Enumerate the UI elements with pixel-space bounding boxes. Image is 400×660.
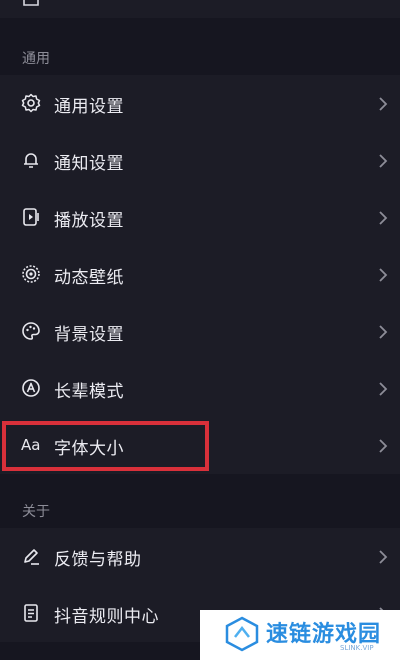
palette-icon bbox=[21, 321, 41, 341]
chevron-right-icon bbox=[378, 96, 388, 111]
elder-mode-icon bbox=[21, 378, 41, 398]
highlight-annotation-box bbox=[2, 421, 209, 471]
menu-item-label: 抖音规则中心 bbox=[54, 607, 159, 627]
dynamic-wallpaper-icon bbox=[21, 264, 41, 284]
menu-item-general-settings[interactable]: 通用设置 bbox=[0, 75, 400, 132]
menu-item-elder-mode[interactable]: 长辈模式 bbox=[0, 360, 400, 417]
watermark-subtitle: SLINK.VIP bbox=[340, 644, 374, 652]
document-icon bbox=[21, 603, 41, 623]
gear-icon bbox=[21, 93, 41, 113]
chevron-right-icon bbox=[378, 438, 388, 453]
menu-item-label: 背景设置 bbox=[54, 325, 124, 345]
bell-icon bbox=[21, 150, 41, 170]
menu-item-label: 播放设置 bbox=[54, 211, 124, 231]
play-settings-icon bbox=[21, 207, 41, 227]
menu-item-feedback-help[interactable]: 反馈与帮助 bbox=[0, 528, 400, 585]
settings-page: 通用 通用设置 通知设置 播放设置 动态壁纸 背景设置 长辈模式 Aa 字体大小… bbox=[0, 0, 400, 660]
chevron-right-icon bbox=[378, 381, 388, 396]
menu-item-notification-settings[interactable]: 通知设置 bbox=[0, 132, 400, 189]
chevron-right-icon bbox=[378, 210, 388, 225]
chevron-right-icon bbox=[378, 549, 388, 564]
menu-item-dynamic-wallpaper[interactable]: 动态壁纸 bbox=[0, 246, 400, 303]
menu-item-playback-settings[interactable]: 播放设置 bbox=[0, 189, 400, 246]
section-label-about: 关于 bbox=[22, 504, 50, 520]
menu-item-label: 动态壁纸 bbox=[54, 268, 124, 288]
partial-icon bbox=[22, 0, 40, 8]
chevron-right-icon bbox=[378, 324, 388, 339]
watermark: 速链游戏园 SLINK.VIP bbox=[200, 610, 400, 660]
menu-item-background-settings[interactable]: 背景设置 bbox=[0, 303, 400, 360]
previous-menu-item-partial[interactable] bbox=[0, 0, 400, 18]
pen-icon bbox=[21, 546, 41, 566]
chevron-right-icon bbox=[378, 267, 388, 282]
menu-item-label: 反馈与帮助 bbox=[54, 550, 142, 570]
menu-item-label: 长辈模式 bbox=[54, 382, 124, 402]
chevron-right-icon bbox=[378, 153, 388, 168]
section-label-general: 通用 bbox=[22, 51, 50, 67]
watermark-logo-icon bbox=[224, 616, 260, 652]
menu-item-label: 通用设置 bbox=[54, 97, 124, 117]
menu-item-label: 通知设置 bbox=[54, 154, 124, 174]
